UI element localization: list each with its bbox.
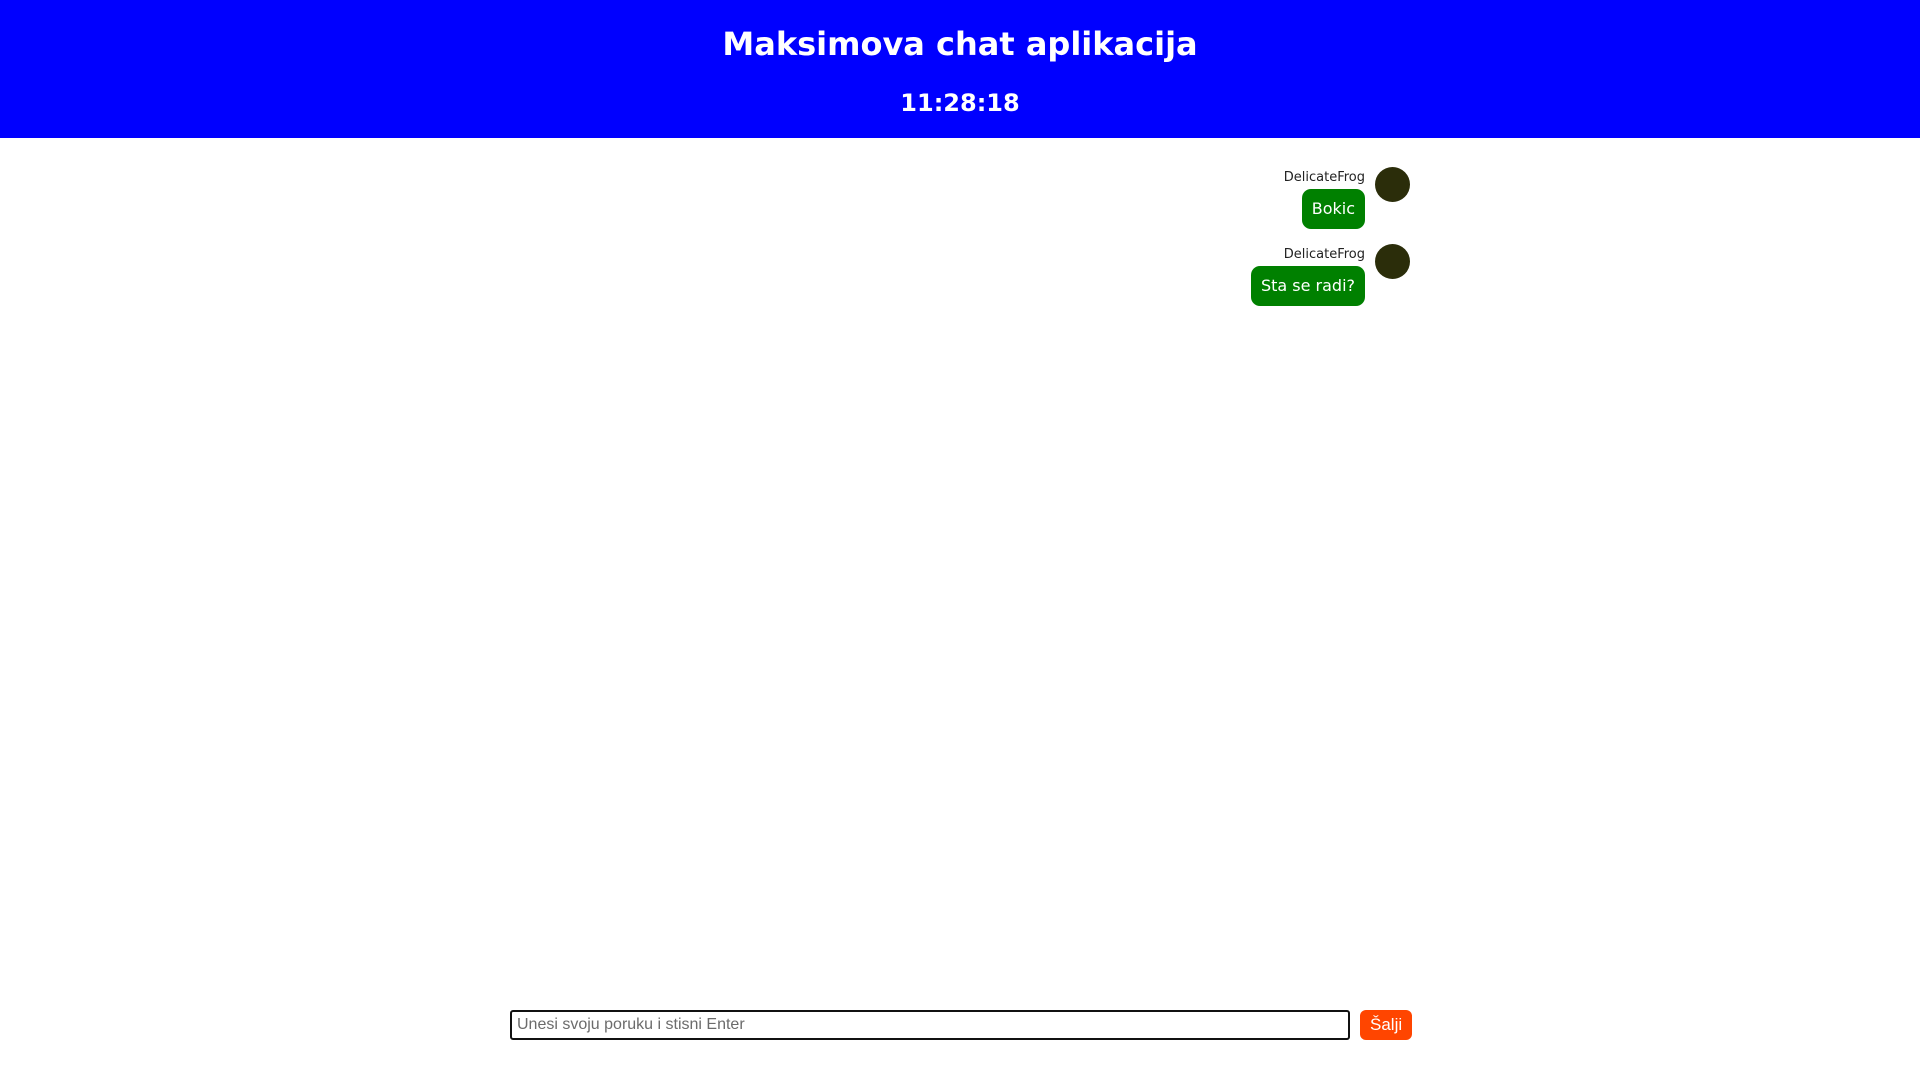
message-item: DelicateFrog Bokic bbox=[510, 160, 1410, 229]
app-header: Maksimova chat aplikacija 11:28:18 bbox=[0, 0, 1920, 138]
message-body: DelicateFrog Sta se radi? bbox=[1250, 237, 1365, 306]
message-body: DelicateFrog Bokic bbox=[1284, 160, 1365, 229]
message-item: DelicateFrog Sta se radi? bbox=[510, 237, 1410, 306]
message-list: DelicateFrog Bokic DelicateFrog Sta se r… bbox=[510, 160, 1410, 980]
app-title: Maksimova chat aplikacija bbox=[722, 25, 1198, 63]
send-button[interactable]: Šalji bbox=[1360, 1010, 1413, 1040]
message-bubble: Bokic bbox=[1301, 189, 1365, 229]
message-bubble: Sta se radi? bbox=[1250, 266, 1365, 306]
message-composer: Šalji bbox=[510, 1010, 1413, 1040]
avatar bbox=[1375, 167, 1410, 202]
sender-name: DelicateFrog bbox=[1283, 170, 1365, 185]
message-input[interactable] bbox=[510, 1010, 1350, 1040]
avatar bbox=[1375, 244, 1410, 279]
clock: 11:28:18 bbox=[900, 89, 1020, 117]
sender-name: DelicateFrog bbox=[1283, 247, 1365, 262]
